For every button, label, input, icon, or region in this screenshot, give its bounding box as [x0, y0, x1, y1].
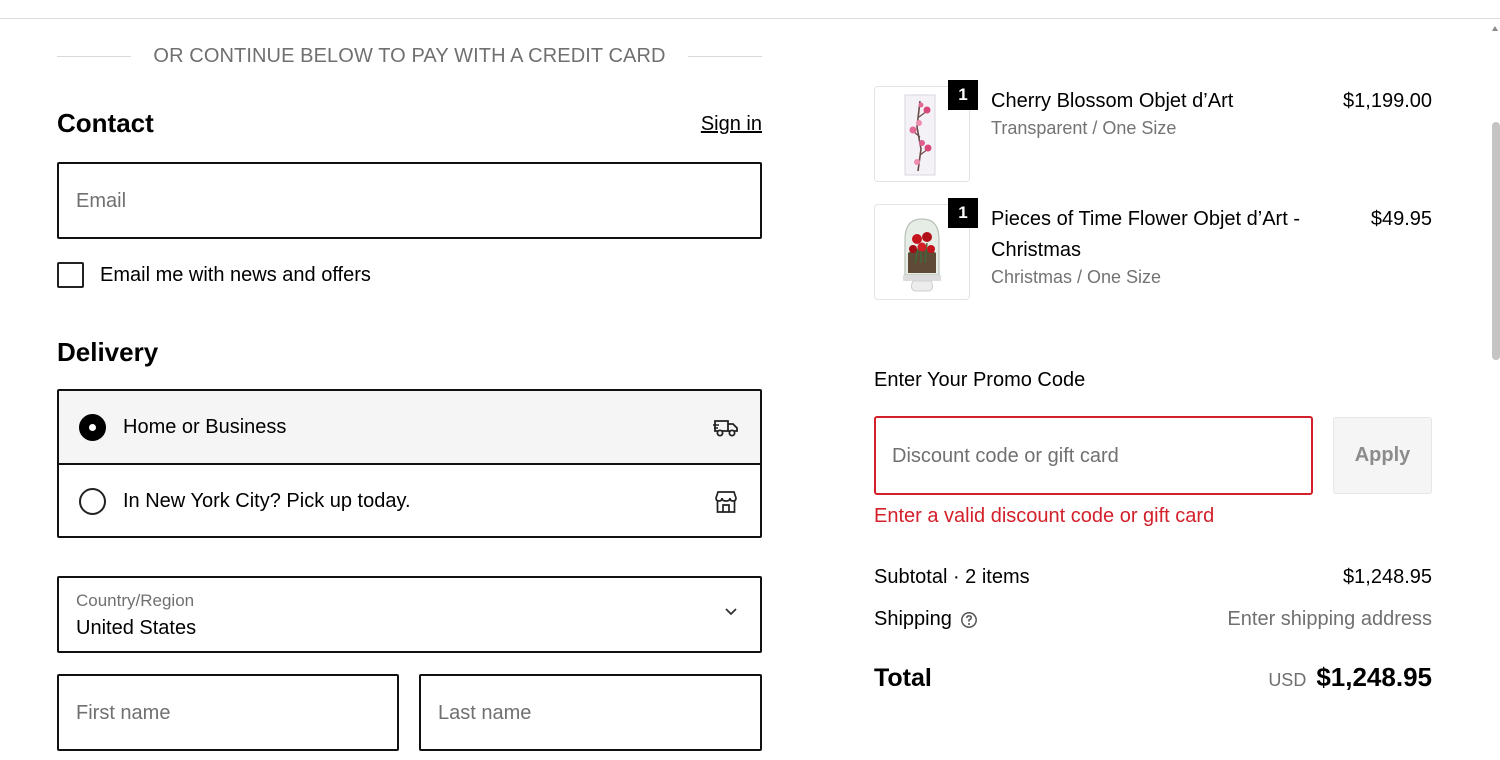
- delivery-truck-icon: [713, 420, 738, 437]
- item-name: Cherry Blossom Objet d’Art: [991, 90, 1234, 112]
- delivery-method-group: Home or Business In New York City? Pick …: [57, 389, 762, 538]
- total-label: Total: [874, 664, 932, 692]
- subtotal-value: $1,248.95: [1343, 566, 1432, 588]
- chevron-down-icon: [725, 608, 737, 616]
- subtotal-label: Subtotal · 2 items: [874, 566, 1030, 588]
- delivery-option-label: In New York City? Pick up today.: [123, 490, 411, 512]
- country-select[interactable]: Country/Region United States: [57, 576, 762, 653]
- total-amount: USD $1,248.95: [1268, 662, 1432, 693]
- email-placeholder: Email: [76, 190, 127, 212]
- country-label: Country/Region: [76, 591, 195, 610]
- currency-code: USD: [1268, 670, 1307, 690]
- delivery-option-home[interactable]: Home or Business: [59, 391, 760, 465]
- help-circle-icon[interactable]: [960, 611, 978, 629]
- apply-button[interactable]: Apply: [1333, 417, 1432, 494]
- radio-selected[interactable]: [79, 413, 106, 441]
- divider-text: OR CONTINUE BELOW TO PAY WITH A CREDIT C…: [153, 44, 666, 67]
- divider-line-right: [687, 55, 762, 57]
- shipping-label: Shipping: [874, 608, 952, 630]
- last-name-field[interactable]: Last name: [419, 674, 762, 751]
- sign-in-link[interactable]: Sign in: [701, 113, 762, 136]
- shipping-row: Shipping Enter shipping address: [874, 608, 1432, 638]
- contact-heading: Contact: [57, 108, 154, 138]
- scrollbar-thumb[interactable]: [1492, 122, 1500, 360]
- first-name-field[interactable]: First name: [57, 674, 399, 751]
- delivery-option-label: Home or Business: [123, 415, 287, 438]
- item-price: $1,199.00: [1343, 90, 1432, 112]
- item-variant: Christmas / One Size: [991, 267, 1162, 287]
- newsletter-checkbox[interactable]: [57, 262, 84, 288]
- item-name-line: Christmas: [991, 239, 1082, 261]
- last-name-placeholder: Last name: [438, 702, 532, 724]
- newsletter-option[interactable]: Email me with news and offers: [57, 262, 371, 288]
- quantity-badge: 1: [948, 80, 978, 110]
- quantity-badge: 1: [948, 198, 978, 228]
- scroll-up-arrow-icon[interactable]: [1492, 26, 1498, 31]
- promo-error-message: Enter a valid discount code or gift card: [874, 505, 1215, 527]
- shipping-value: Enter shipping address: [1227, 608, 1432, 630]
- payment-divider: OR CONTINUE BELOW TO PAY WITH A CREDIT C…: [57, 42, 762, 70]
- radio-unselected[interactable]: [79, 488, 106, 515]
- top-divider: [0, 18, 1500, 19]
- newsletter-label: Email me with news and offers: [100, 263, 371, 286]
- country-value: United States: [76, 617, 197, 639]
- shipping-label-group: Shipping: [874, 608, 978, 631]
- first-name-placeholder: First name: [76, 702, 171, 724]
- divider-line-left: [57, 55, 132, 57]
- delivery-heading: Delivery: [57, 337, 159, 367]
- email-field[interactable]: Email: [57, 162, 762, 239]
- cart-item: 1 Cherry Blossom Objet d’Art Transparent…: [874, 80, 1432, 186]
- item-variant: Transparent / One Size: [991, 118, 1177, 138]
- discount-code-input[interactable]: Discount code or gift card: [874, 416, 1313, 495]
- store-icon: [715, 490, 737, 513]
- total-value: $1,248.95: [1316, 662, 1432, 692]
- delivery-option-pickup[interactable]: In New York City? Pick up today.: [59, 465, 760, 536]
- item-name: Pieces of Time Flower Objet d’Art - Chri…: [991, 204, 1300, 266]
- promo-heading: Enter Your Promo Code: [874, 369, 1086, 391]
- subtotal-row: Subtotal · 2 items $1,248.95: [874, 566, 1432, 596]
- discount-placeholder: Discount code or gift card: [892, 445, 1119, 467]
- cart-item: 1 Pieces of Time Flower Objet d’Art - Ch…: [874, 198, 1432, 304]
- item-name-line: Pieces of Time Flower Objet d’Art -: [991, 208, 1300, 230]
- item-price: $49.95: [1370, 208, 1432, 230]
